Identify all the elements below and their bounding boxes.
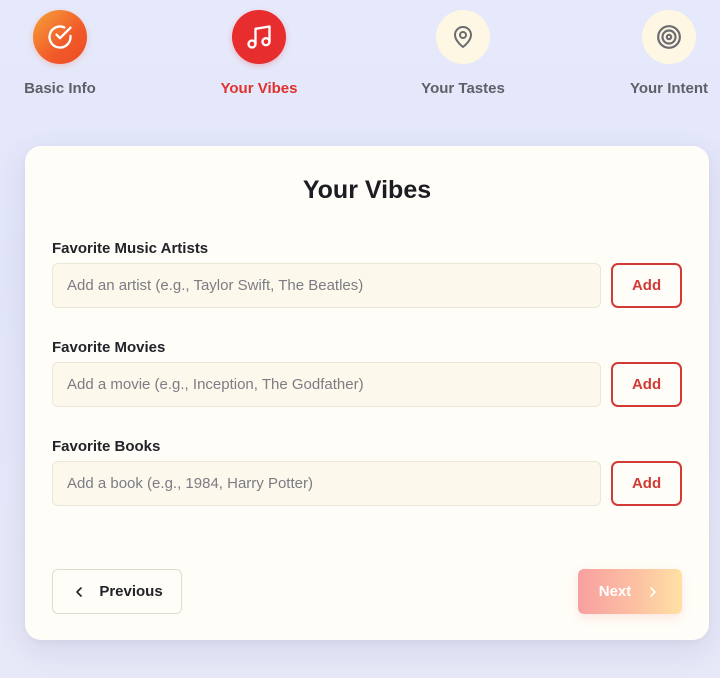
step-circle-upcoming <box>642 10 696 64</box>
book-input[interactable] <box>52 461 602 506</box>
next-label: Next <box>598 583 632 600</box>
field-label: Favorite Books <box>52 438 161 455</box>
step-your-intent[interactable]: Your Intent <box>609 10 720 97</box>
page-title: Your Vibes <box>302 176 432 204</box>
movie-input[interactable] <box>52 362 602 407</box>
input-row: Add <box>52 263 682 308</box>
input-row: Add <box>52 362 682 407</box>
chevron-right-icon <box>645 584 661 600</box>
books-field: Favorite Books Add <box>52 438 682 506</box>
step-basic-info[interactable]: Basic Info <box>0 10 120 97</box>
add-movie-button[interactable]: Add <box>611 362 682 407</box>
step-label: Your Tastes <box>421 80 505 97</box>
map-pin-icon <box>451 25 475 49</box>
step-circle-upcoming <box>436 10 490 64</box>
check-circle-icon <box>46 23 74 51</box>
step-your-tastes[interactable]: Your Tastes <box>403 10 523 97</box>
artist-input[interactable] <box>52 263 602 308</box>
add-artist-button[interactable]: Add <box>611 263 682 308</box>
music-note-icon <box>245 23 273 51</box>
step-your-vibes[interactable]: Your Vibes <box>199 10 319 97</box>
step-label: Your Intent <box>629 80 709 97</box>
step-label: Your Vibes <box>220 80 298 97</box>
add-book-button[interactable]: Add <box>611 461 682 506</box>
music-artists-field: Favorite Music Artists Add <box>52 240 682 308</box>
field-label: Favorite Music Artists <box>52 240 209 257</box>
chevron-left-icon <box>71 584 87 600</box>
previous-button[interactable]: Previous <box>52 569 182 614</box>
movies-field: Favorite Movies Add <box>52 339 682 407</box>
step-circle-completed <box>33 10 87 64</box>
field-label: Favorite Movies <box>52 339 166 356</box>
form-card: Your Vibes Favorite Music Artists Add Fa… <box>25 146 709 640</box>
previous-label: Previous <box>99 583 163 600</box>
step-label: Basic Info <box>24 80 96 97</box>
target-icon <box>656 24 682 50</box>
step-circle-active <box>232 10 286 64</box>
next-button[interactable]: Next <box>578 569 682 614</box>
progress-stepper: Basic Info Your Vibes Your Tastes Your I… <box>0 0 720 120</box>
input-row: Add <box>52 461 682 506</box>
